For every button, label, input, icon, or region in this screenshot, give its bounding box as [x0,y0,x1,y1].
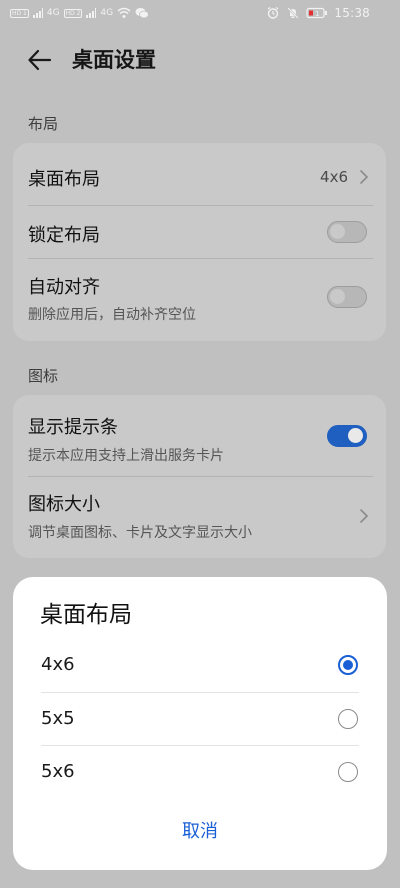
hd1-badge: HD 1 [10,8,29,18]
network-type-2: 4G [100,8,114,18]
signal-icon-2 [86,8,97,18]
back-button[interactable] [26,46,54,74]
row-icon-size-title: 图标大小 [28,494,100,515]
alarm-icon [266,6,280,20]
radio-button[interactable] [338,655,358,675]
row-desktop-layout-title: 桌面布局 [28,169,100,190]
desktop-layout-dialog: 桌面布局 4x6 5x5 5x6 取消 [13,577,387,870]
option-label: 4x6 [41,654,75,675]
hd2-badge: HD 2 [63,8,83,18]
wechat-icon [135,6,150,20]
option-4x6[interactable]: 4x6 [13,639,387,692]
row-icon-size[interactable]: 图标大小 调节桌面图标、卡片及文字显示大小 [13,477,386,558]
page-title: 桌面设置 [72,48,156,72]
row-auto-align[interactable]: 自动对齐 删除应用后，自动补齐空位 [13,259,386,341]
status-time: 15:38 [334,6,370,20]
show-hint-bar-toggle[interactable] [327,425,367,447]
icon-card: 显示提示条 提示本应用支持上滑出服务卡片 图标大小 调节桌面图标、卡片及文字显示… [13,395,386,558]
option-label: 5x5 [41,708,75,729]
layout-card: 桌面布局 4x6 锁定布局 自动对齐 删除应用后，自动补齐空位 [13,143,386,341]
dialog-title: 桌面布局 [40,602,132,628]
cancel-button[interactable]: 取消 [150,815,250,849]
row-lock-layout[interactable]: 锁定布局 [13,206,386,258]
row-desktop-layout[interactable]: 桌面布局 4x6 [13,143,386,205]
option-5x5[interactable]: 5x5 [13,693,387,746]
row-desktop-layout-value: 4x6 [320,168,348,186]
radio-button[interactable] [338,762,358,782]
row-show-hint-bar-title: 显示提示条 [28,417,118,438]
auto-align-toggle[interactable] [327,286,367,308]
toggle-knob [330,224,345,239]
row-show-hint-bar[interactable]: 显示提示条 提示本应用支持上滑出服务卡片 [13,395,386,476]
radio-dot [343,660,353,670]
section-label-icon: 图标 [28,367,59,385]
status-bar: HD 1 4G HD 2 4G 1 15:38 [0,0,400,28]
lock-layout-toggle[interactable] [327,221,367,243]
row-lock-layout-title: 锁定布局 [28,225,100,246]
row-icon-size-subtitle: 调节桌面图标、卡片及文字显示大小 [28,525,252,541]
app-bar: 桌面设置 [0,30,400,88]
chevron-right-icon [360,170,369,184]
toggle-knob [348,428,363,443]
mute-icon [286,6,300,20]
settings-screen: HD 1 4G HD 2 4G 1 15:38 桌面设置 布局 桌面布局 4x6… [0,0,400,888]
status-bar-right: 1 15:38 [266,4,370,22]
radio-button[interactable] [338,709,358,729]
option-5x6[interactable]: 5x6 [13,746,387,799]
row-auto-align-subtitle: 删除应用后，自动补齐空位 [28,307,196,323]
section-label-layout: 布局 [28,115,59,133]
signal-icon-1 [32,8,43,18]
network-type-1: 4G [46,8,60,18]
battery-low-icon: 1 [306,6,328,20]
row-show-hint-bar-subtitle: 提示本应用支持上滑出服务卡片 [28,448,224,464]
svg-text:1: 1 [315,10,319,18]
status-bar-left: HD 1 4G HD 2 4G [10,4,150,22]
row-auto-align-title: 自动对齐 [28,277,100,298]
wifi-icon [117,6,131,20]
arrow-left-icon [28,49,52,71]
option-label: 5x6 [41,761,75,782]
chevron-right-icon [360,509,369,523]
toggle-knob [330,289,345,304]
